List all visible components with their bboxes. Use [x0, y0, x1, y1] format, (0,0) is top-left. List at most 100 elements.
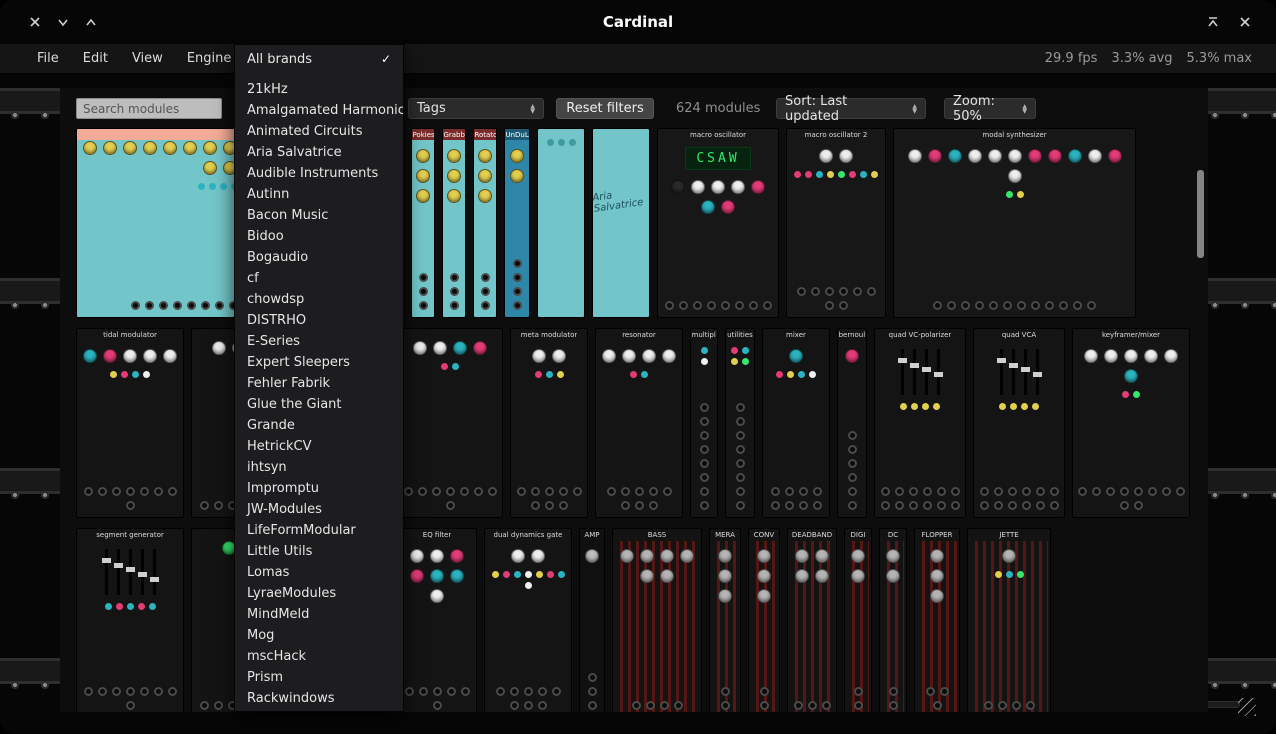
module-card-segment-generator[interactable]: segment generator: [76, 528, 184, 712]
knob-icon: [585, 549, 599, 563]
module-card-modal-synthesizer[interactable]: modal synthesizer: [893, 128, 1136, 318]
port-icon: [797, 287, 806, 296]
brand-menu-item-jw-modules[interactable]: JW-Modules: [235, 499, 403, 520]
module-card-quad-vca[interactable]: quad VCA: [973, 328, 1065, 518]
module-card-bass[interactable]: BASS: [612, 528, 702, 712]
brand-menu-item-mog[interactable]: Mog: [235, 625, 403, 646]
brand-menu-item-e-series[interactable]: E-Series: [235, 331, 403, 352]
port-icon: [909, 501, 918, 510]
brand-menu-item-glue-the-giant[interactable]: Glue the Giant: [235, 394, 403, 415]
brand-menu-item-fehler-fabrik[interactable]: Fehler Fabrik: [235, 373, 403, 394]
module-card-dual-dynamics-gate[interactable]: dual dynamics gate: [484, 528, 572, 712]
brand-menu-item-cf[interactable]: cf: [235, 268, 403, 289]
module-card-rotatoes[interactable]: Rotatoes: [473, 128, 497, 318]
port-icon: [994, 501, 1003, 510]
module-card-tidal-modulator[interactable]: tidal modulator: [76, 328, 184, 518]
brand-menu-item-prism[interactable]: Prism: [235, 667, 403, 688]
led-icon: [198, 183, 205, 190]
brand-menu-item-bogaudio[interactable]: Bogaudio: [235, 247, 403, 268]
module-card-digi[interactable]: DIGI: [844, 528, 872, 712]
module-card-conv[interactable]: CONV: [748, 528, 780, 712]
brand-menu-item-chowdsp[interactable]: chowdsp: [235, 289, 403, 310]
leds: [895, 403, 945, 410]
close-window-icon[interactable]: [26, 13, 44, 31]
module-title: CONV: [754, 531, 774, 539]
module-card-eq-filter[interactable]: EQ filter: [397, 528, 477, 712]
brand-menu-item-aria-salvatrice[interactable]: Aria Salvatrice: [235, 142, 403, 163]
port-icon: [785, 501, 794, 510]
brand-menu-item-mindmeld[interactable]: MindMeld: [235, 604, 403, 625]
module-card-pokies[interactable]: Pokies: [411, 128, 435, 318]
module-card-undular[interactable]: UnDuLaR: [504, 128, 530, 318]
menu-item-edit[interactable]: Edit: [80, 49, 111, 68]
brand-menu-item-lifeformmodular[interactable]: LifeFormModular: [235, 520, 403, 541]
brand-menu-item-impromptu[interactable]: Impromptu: [235, 478, 403, 499]
brand-menu-item-rackwindows[interactable]: Rackwindows: [235, 688, 403, 709]
module-card-unnamed[interactable]: [397, 328, 503, 518]
reset-filters-button[interactable]: Reset filters: [556, 98, 654, 119]
brand-menu-item-hetrickcv[interactable]: HetrickCV: [235, 436, 403, 457]
module-card-quad-vc-polarizer[interactable]: quad VC-polarizer: [874, 328, 966, 518]
brand-menu-item-little-utils[interactable]: Little Utils: [235, 541, 403, 562]
module-card-dc[interactable]: DC: [879, 528, 907, 712]
module-card-macro-oscillator-2[interactable]: macro oscillator 2: [786, 128, 886, 318]
brand-menu-item-all-brands[interactable]: All brands ✓: [235, 49, 403, 70]
brand-menu-item-mschack[interactable]: mscHack: [235, 646, 403, 667]
module-card-meta-modulator[interactable]: meta modulator: [510, 328, 588, 518]
port-icon: [187, 301, 196, 310]
search-input[interactable]: [76, 98, 222, 119]
brand-menu-item-21khz[interactable]: 21kHz: [235, 79, 403, 100]
module-card-mera[interactable]: MERA: [709, 528, 741, 712]
knob-icon: [103, 349, 117, 363]
module-card-jette[interactable]: JETTE: [967, 528, 1051, 712]
zoom-dropdown[interactable]: Zoom: 50% ▲▼: [944, 98, 1036, 119]
led-icon: [116, 603, 123, 610]
led-icon: [860, 171, 867, 178]
module-card-grabby[interactable]: Grabby: [442, 128, 466, 318]
menu-item-engine[interactable]: Engine: [184, 49, 235, 68]
module-card-macro-oscillator[interactable]: macro oscillatorCSAW: [657, 128, 779, 318]
module-card-mixer[interactable]: mixer: [762, 328, 830, 518]
brand-menu-item-audible-instruments[interactable]: Audible Instruments: [235, 163, 403, 184]
resize-grip-icon[interactable]: [1238, 698, 1256, 716]
module-title: meta modulator: [521, 331, 578, 339]
brand-menu-item-grande[interactable]: Grande: [235, 415, 403, 436]
menu-item-file[interactable]: File: [34, 49, 62, 68]
brand-menu-item-amalgamated-harmonics[interactable]: Amalgamated Harmonics: [235, 100, 403, 121]
module-card-unnamed[interactable]: [537, 128, 585, 318]
module-card-deadband[interactable]: DEADBAND: [787, 528, 837, 712]
tags-dropdown[interactable]: Tags ▲▼: [408, 98, 544, 119]
chevron-down-icon[interactable]: [54, 13, 72, 31]
brand-menu-item-expert-sleepers[interactable]: Expert Sleepers: [235, 352, 403, 373]
menu-item-view[interactable]: View: [129, 49, 166, 68]
brand-menu-item-animated-circuits[interactable]: Animated Circuits: [235, 121, 403, 142]
module-card-multiples[interactable]: multiples: [690, 328, 718, 518]
port-icon: [813, 487, 822, 496]
brand-menu-item-bacon-music[interactable]: Bacon Music: [235, 205, 403, 226]
module-card-bernoulli-gate[interactable]: bernoulli gate: [837, 328, 867, 518]
chevron-up-icon[interactable]: [82, 13, 100, 31]
brand-menu-item-autinn[interactable]: Autinn: [235, 184, 403, 205]
close-icon[interactable]: [1236, 13, 1254, 31]
brand-menu-item-distrho[interactable]: DISTRHO: [235, 310, 403, 331]
module-card-utilities[interactable]: utilities: [725, 328, 755, 518]
brand-signature: Aria Salvatrice: [592, 185, 650, 215]
module-card-unnamed[interactable]: Aria Salvatrice: [592, 128, 650, 318]
brand-menu-item-lomas[interactable]: Lomas: [235, 562, 403, 583]
port-icon: [923, 501, 932, 510]
port-icon: [926, 687, 935, 696]
window-controls: [26, 13, 100, 31]
knob-icon: [1028, 149, 1042, 163]
module-card-amp[interactable]: AMP: [579, 528, 605, 712]
brand-menu-item-lyraemodules[interactable]: LyraeModules: [235, 583, 403, 604]
module-card-resonator[interactable]: resonator: [595, 328, 683, 518]
knobs: [658, 180, 778, 214]
module-card-keyframer-mixer[interactable]: keyframer/mixer: [1072, 328, 1190, 518]
module-card-flopper[interactable]: FLOPPER: [914, 528, 960, 712]
faders: [901, 349, 940, 395]
vertical-scrollbar-thumb[interactable]: [1197, 170, 1204, 258]
scroll-top-icon[interactable]: [1204, 13, 1222, 31]
sort-dropdown[interactable]: Sort: Last updated ▲▼: [776, 98, 926, 119]
brand-menu-item-bidoo[interactable]: Bidoo: [235, 226, 403, 247]
brand-menu-item-ihtsyn[interactable]: ihtsyn: [235, 457, 403, 478]
